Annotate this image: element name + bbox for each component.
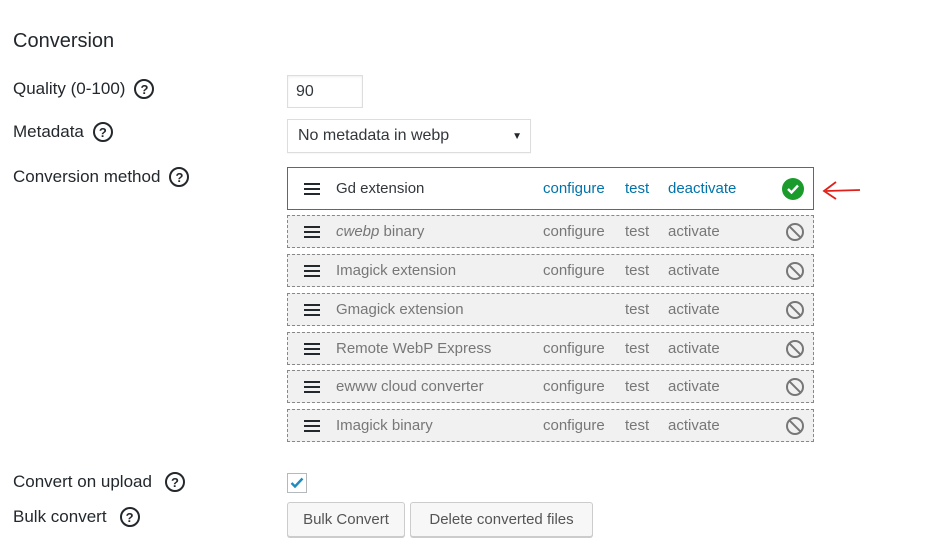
configure-link[interactable]: configure [543,262,605,279]
converter-row-imagick-binary[interactable]: Imagick binary configure test activate [287,409,814,442]
metadata-select[interactable]: No metadata in webp ▼ [287,119,531,153]
metadata-help-icon[interactable]: ? [92,122,113,142]
test-link[interactable]: test [625,180,649,197]
quality-input[interactable] [287,75,363,108]
configure-link[interactable]: configure [543,180,605,197]
converter-name: Imagick extension [336,262,457,279]
deactivate-link[interactable]: deactivate [668,180,736,197]
activate-link[interactable]: activate [668,378,720,395]
hamburger-icon[interactable] [304,340,320,358]
test-link[interactable]: test [625,223,649,240]
convert-on-upload-checkbox[interactable] [287,473,307,493]
convert-on-upload-row-label: Convert on upload ? [13,472,185,492]
converter-row-gmagick-ext[interactable]: Gmagick extension test activate [287,293,814,326]
bulk-convert-help-icon[interactable]: ? [119,507,140,527]
activate-link[interactable]: activate [668,262,720,279]
hamburger-icon[interactable] [304,378,320,396]
converter-name: Gmagick extension [336,301,464,318]
metadata-row-label: Metadata ? [13,122,113,142]
conversion-method-label: Conversion method [13,167,161,186]
quality-help-icon[interactable]: ? [134,79,155,99]
quality-row-label: Quality (0-100) ? [13,79,155,99]
converter-name: Imagick binary [336,417,433,434]
chevron-down-icon: ▼ [512,130,522,142]
test-link[interactable]: test [625,378,649,395]
ban-icon [786,222,804,241]
activate-link[interactable]: activate [668,340,720,357]
section-title: Conversion [13,30,115,52]
ban-icon [786,300,804,319]
test-link[interactable]: test [625,417,649,434]
checkmark-icon [290,477,304,489]
configure-link[interactable]: configure [543,378,605,395]
hamburger-icon[interactable] [304,417,320,435]
converter-row-cwebp[interactable]: cwebp binary configure test activate [287,215,814,248]
check-circle-icon [782,177,804,200]
converter-row-remote-webp[interactable]: Remote WebP Express configure test activ… [287,332,814,365]
activate-link[interactable]: activate [668,301,720,318]
converter-row-ewww[interactable]: ewww cloud converter configure test acti… [287,370,814,403]
converter-row-gd[interactable]: Gd extension configure test deactivate [287,167,814,210]
converter-name: Remote WebP Express [336,340,492,357]
ban-icon [786,416,804,435]
ban-icon [786,261,804,280]
hamburger-icon[interactable] [304,223,320,241]
activate-link[interactable]: activate [668,417,720,434]
activate-link[interactable]: activate [668,223,720,240]
hamburger-icon[interactable] [304,180,320,198]
hamburger-icon[interactable] [304,262,320,280]
convert-on-upload-label: Convert on upload [13,472,152,491]
converter-row-imagick-ext[interactable]: Imagick extension configure test activat… [287,254,814,287]
configure-link[interactable]: configure [543,223,605,240]
bulk-convert-row-label: Bulk convert ? [13,507,140,527]
delete-converted-files-button[interactable]: Delete converted files [410,502,593,537]
converter-name: cwebp binary [336,223,425,240]
test-link[interactable]: test [625,340,649,357]
conversion-method-row-label: Conversion method ? [13,167,190,187]
annotation-arrow-icon [822,181,861,200]
test-link[interactable]: test [625,301,649,318]
bulk-convert-button[interactable]: Bulk Convert [287,502,405,537]
configure-link[interactable]: configure [543,417,605,434]
ban-icon [786,339,804,358]
hamburger-icon[interactable] [304,301,320,319]
quality-label: Quality (0-100) [13,79,126,98]
converter-name: ewww cloud converter [336,378,484,395]
bulk-convert-label: Bulk convert [13,507,107,526]
conversion-method-help-icon[interactable]: ? [169,167,190,187]
metadata-label: Metadata [13,122,84,141]
ban-icon [786,377,804,396]
test-link[interactable]: test [625,262,649,279]
metadata-selected-value: No metadata in webp [298,127,450,144]
convert-on-upload-help-icon[interactable]: ? [164,472,185,492]
converter-name: Gd extension [336,180,425,197]
configure-link[interactable]: configure [543,340,605,357]
